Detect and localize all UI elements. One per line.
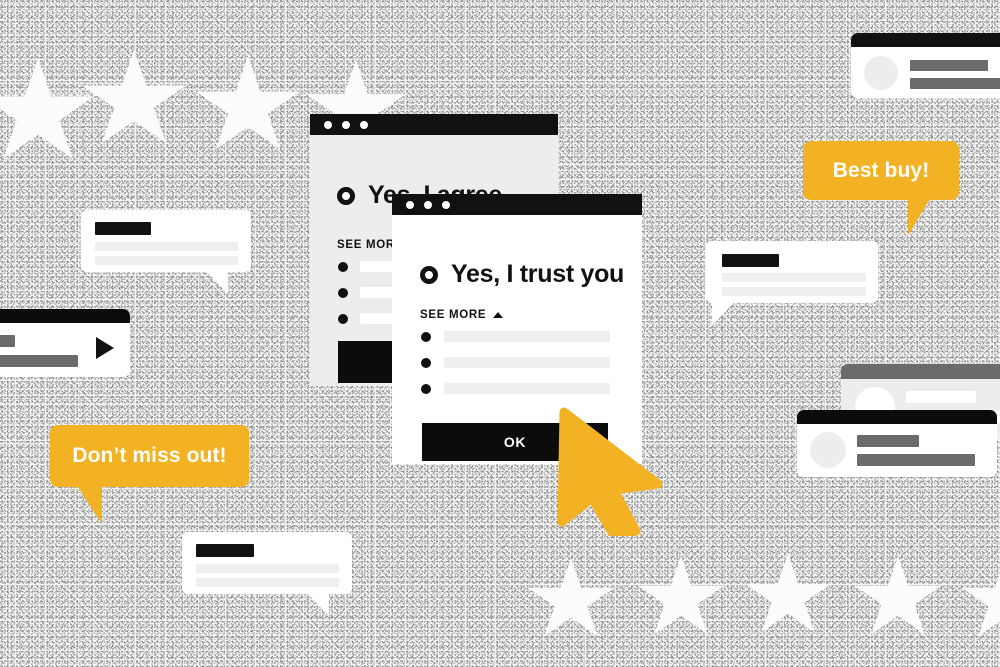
dialog-option-row[interactable]	[421, 331, 610, 342]
option-placeholder-bar	[444, 357, 610, 368]
bubble-text-line	[95, 242, 238, 251]
option-placeholder-bar	[444, 383, 610, 394]
card-top-right[interactable]	[851, 33, 1000, 98]
card-left-video[interactable]	[0, 309, 130, 377]
window-title-bar	[310, 114, 558, 135]
radio-icon[interactable]	[421, 357, 431, 368]
card-bottom-right-front[interactable]	[797, 410, 997, 477]
card-text-bar	[910, 60, 988, 71]
see-more-label: SEE MORE	[420, 309, 487, 321]
bubble-title-bar	[722, 254, 779, 267]
callout-label: Don’t miss out!	[72, 444, 227, 467]
card-header-bar	[841, 364, 1000, 379]
avatar	[810, 432, 846, 468]
bubble-left-upper[interactable]	[81, 210, 251, 272]
bubble-tail	[307, 593, 329, 616]
window-title-bar	[392, 194, 642, 215]
option-placeholder-bar	[444, 331, 610, 342]
bubble-title-bar	[95, 222, 151, 235]
radio-icon[interactable]	[338, 313, 348, 324]
see-more-toggle[interactable]: SEE MORE	[420, 309, 504, 321]
radio-icon[interactable]	[421, 331, 431, 342]
bubble-text-line	[722, 287, 866, 296]
card-text-bar	[0, 335, 15, 347]
callout-tail	[77, 486, 102, 524]
callout-label: Best buy!	[832, 158, 930, 182]
callout-dont-miss-out[interactable]: Don’t miss out!	[50, 425, 249, 487]
play-icon[interactable]	[96, 337, 114, 359]
bubble-text-line	[196, 564, 339, 573]
card-header-bar	[797, 410, 997, 424]
window-dot-icon	[442, 200, 450, 209]
card-text-bar	[857, 454, 975, 466]
poster-canvas: Best buy! Don’t miss out! SEE MORE Yes, …	[0, 0, 1000, 667]
radio-icon[interactable]	[420, 265, 438, 284]
card-text-bar	[910, 78, 1000, 89]
card-text-bar	[906, 391, 976, 403]
bubble-title-bar	[196, 544, 254, 557]
window-dot-icon	[324, 120, 332, 129]
bubble-tail	[206, 271, 228, 294]
card-text-bar	[857, 435, 919, 447]
avatar	[864, 56, 898, 90]
callout-best-buy[interactable]: Best buy!	[803, 141, 959, 200]
ok-button-label: OK	[503, 434, 527, 450]
radio-icon[interactable]	[337, 186, 355, 205]
bubble-right-middle[interactable]	[706, 241, 878, 303]
bubble-text-line	[196, 578, 339, 587]
bubble-bottom-left[interactable]	[182, 532, 352, 594]
card-header-bar	[0, 309, 130, 323]
bubble-tail	[712, 302, 734, 326]
bubble-text-line	[95, 256, 238, 265]
radio-icon[interactable]	[338, 287, 348, 298]
bubble-text-line	[722, 273, 866, 282]
window-dot-icon	[424, 200, 432, 209]
dialog-headline: Yes, I trust you	[451, 260, 625, 288]
radio-icon[interactable]	[338, 261, 348, 272]
mouse-pointer-icon	[557, 407, 663, 536]
dialog-option-row[interactable]	[421, 357, 610, 368]
window-dot-icon	[342, 120, 350, 129]
window-dot-icon	[360, 120, 368, 129]
radio-icon[interactable]	[421, 383, 431, 394]
dialog-option-row[interactable]	[421, 383, 610, 394]
window-dot-icon	[406, 200, 414, 209]
card-header-bar	[851, 33, 1000, 47]
callout-tail	[908, 199, 930, 235]
cursor-arrow-shape	[557, 407, 663, 536]
chevron-up-icon[interactable]	[493, 312, 504, 318]
card-text-bar	[0, 355, 78, 367]
dialog-headline-row: Yes, I trust you	[420, 260, 624, 289]
